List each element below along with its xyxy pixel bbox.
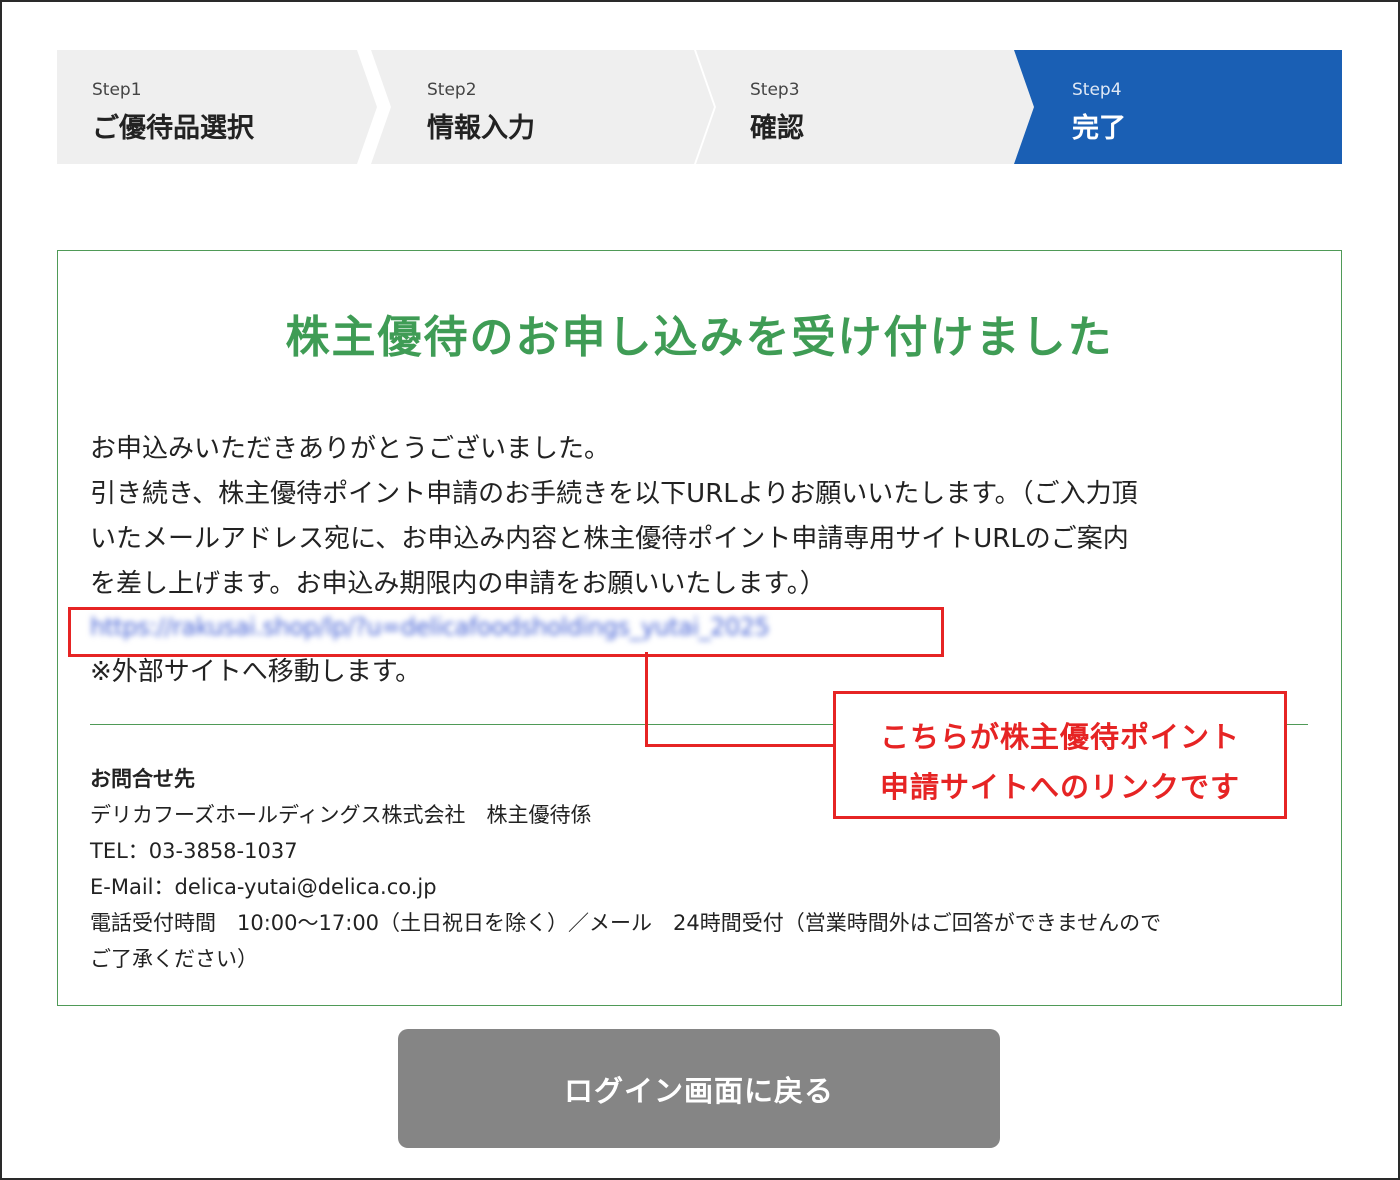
- step-3-number: Step3: [750, 80, 800, 100]
- step-1-number: Step1: [92, 80, 142, 100]
- step-2: Step2 情報入力: [371, 50, 714, 164]
- step-3: Step3 確認: [696, 50, 1039, 164]
- step-4-label: 完了: [1072, 113, 1126, 144]
- callout-line-2: 申請サイトへのリンクです: [879, 770, 1240, 804]
- step-1: Step1 ご優待品選択: [57, 50, 377, 164]
- message-line: お申込みいただきありがとうございました。: [90, 434, 611, 464]
- step-1-label: ご優待品選択: [92, 113, 254, 144]
- message-line: 引き続き、株主優待ポイント申請のお手続きを以下URLよりお願いいたします。（ご入…: [90, 479, 1138, 509]
- back-to-login-button[interactable]: ログイン画面に戻る: [398, 1029, 1000, 1148]
- step-4-active: Step4 完了: [1014, 50, 1342, 164]
- message-line: いたメールアドレス宛に、お申込み内容と株主優待ポイント申請専用サイトURLのご案…: [90, 524, 1129, 554]
- contact-hours: 電話受付時間 10:00〜17:00（土日祝日を除く）／メール 24時間受付（営…: [90, 911, 1162, 935]
- contact-email: E-Mail：delica-yutai@delica.co.jp: [90, 875, 437, 899]
- step-3-label: 確認: [750, 113, 804, 144]
- progress-stepper: Step1 ご優待品選択 Step2 情報入力 Step3 確認 Step4 完…: [57, 50, 1342, 164]
- callout-connector: [645, 652, 648, 745]
- callout-text: こちらが株主優待ポイント 申請サイトへのリンクです: [836, 712, 1284, 812]
- contact-hours-continued: ご了承ください）: [90, 947, 258, 971]
- link-highlight-box: [68, 607, 944, 657]
- step-2-number: Step2: [427, 80, 477, 100]
- step-2-label: 情報入力: [427, 113, 535, 144]
- annotation-callout: こちらが株主優待ポイント 申請サイトへのリンクです: [833, 691, 1287, 819]
- contact-tel: TEL：03-3858-1037: [90, 839, 298, 863]
- message-line: を差し上げます。お申込み期限内の申請をお願いいたします。）: [90, 569, 826, 599]
- page-title: 株主優待のお申し込みを受け付けました: [285, 312, 1114, 363]
- callout-connector: [645, 744, 835, 747]
- step-4-number: Step4: [1072, 80, 1122, 100]
- callout-line-1: こちらが株主優待ポイント: [879, 720, 1240, 754]
- message-body: お申込みいただきありがとうございました。 引き続き、株主優待ポイント申請のお手続…: [90, 427, 1320, 607]
- page-frame: Step1 ご優待品選択 Step2 情報入力 Step3 確認 Step4 完…: [0, 0, 1400, 1180]
